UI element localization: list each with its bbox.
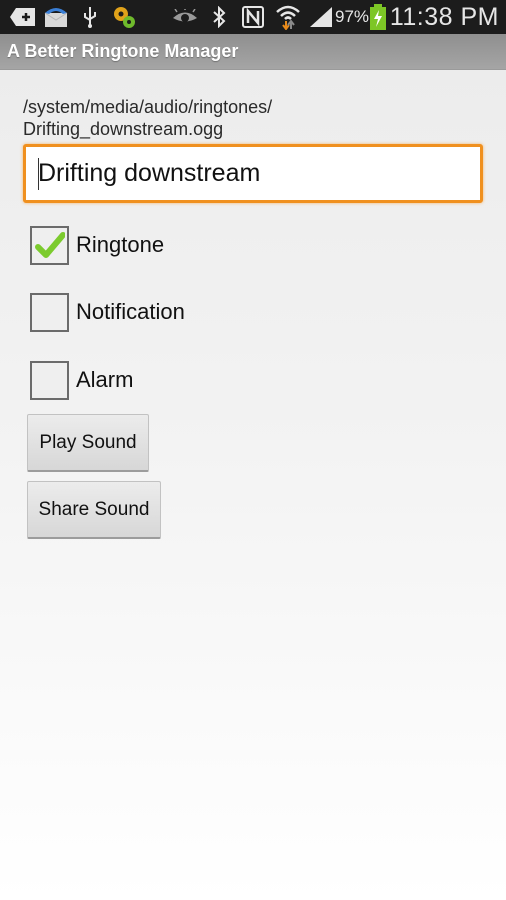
battery-charging-icon xyxy=(368,0,388,34)
play-sound-button[interactable]: Play Sound xyxy=(27,414,149,472)
alarm-label[interactable]: Alarm xyxy=(76,367,133,393)
check-icon xyxy=(35,231,65,258)
nfc-icon xyxy=(241,0,265,34)
ringtone-name-input[interactable] xyxy=(23,144,483,203)
signal-icon xyxy=(308,0,334,34)
notification-checkbox[interactable] xyxy=(30,292,69,332)
status-bar: 97% 11:38 PM xyxy=(0,0,506,34)
text-cursor xyxy=(38,158,39,190)
share-sound-button[interactable]: Share Sound xyxy=(27,481,161,539)
battery-percent: 97% xyxy=(335,7,370,26)
app-title: A Better Ringtone Manager xyxy=(7,41,239,61)
checkbox-row-notification[interactable]: Notification xyxy=(30,292,185,332)
action-bar: A Better Ringtone Manager xyxy=(0,34,506,70)
checkbox-row-alarm[interactable]: Alarm xyxy=(30,360,133,400)
notification-label[interactable]: Notification xyxy=(76,299,185,325)
file-path-directory: /system/media/audio/ringtones/ xyxy=(23,97,273,117)
voicemail-icon xyxy=(42,0,70,34)
usb-icon xyxy=(80,0,100,34)
alarm-checkbox[interactable] xyxy=(30,360,69,400)
wifi-icon xyxy=(275,0,301,34)
bluetooth-icon xyxy=(210,0,228,34)
settings-gears-icon xyxy=(110,0,138,34)
clock: 11:38 PM xyxy=(389,3,499,31)
ringtone-label[interactable]: Ringtone xyxy=(76,232,164,258)
add-icon xyxy=(9,0,37,34)
eye-icon xyxy=(172,0,198,34)
file-path-filename: Drifting_downstream.ogg xyxy=(23,119,224,139)
ringtone-checkbox[interactable] xyxy=(30,225,69,265)
checkbox-row-ringtone[interactable]: Ringtone xyxy=(30,225,164,265)
file-path: /system/media/audio/ringtones/ Drifting_… xyxy=(23,96,272,140)
